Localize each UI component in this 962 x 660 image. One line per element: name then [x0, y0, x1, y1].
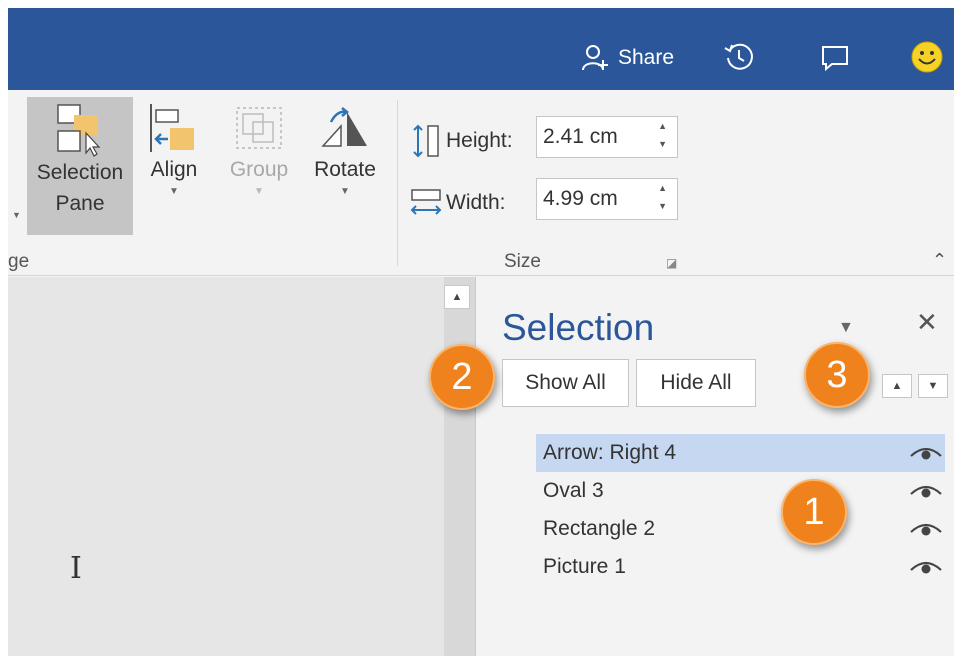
callout-badge-2: 2: [429, 344, 495, 410]
selection-list: Arrow: Right 4 Oval 3 Rectangle 2 Pictur…: [536, 434, 954, 586]
ribbon-separator: [397, 100, 398, 266]
group-caret-icon: ▼: [254, 186, 264, 197]
pane-options-icon[interactable]: ▼: [838, 319, 854, 337]
callout-badge-3: 3: [804, 342, 870, 408]
width-down-icon[interactable]: ▼: [658, 201, 667, 211]
title-bar: Share: [8, 8, 954, 90]
align-caret-icon: ▼: [169, 186, 179, 197]
collapse-ribbon-icon[interactable]: ⌃: [932, 250, 947, 271]
group-icon: [236, 107, 282, 149]
size-group-label: Size: [504, 251, 541, 272]
width-spinner[interactable]: 4.99 cm ▲ ▼: [536, 178, 678, 220]
width-up-icon[interactable]: ▲: [658, 183, 667, 193]
align-label: Align: [150, 158, 198, 181]
list-item[interactable]: Picture 1: [536, 548, 945, 586]
document-canvas[interactable]: I: [8, 277, 444, 656]
visibility-eye-icon[interactable]: [909, 442, 943, 464]
share-label: Share: [618, 46, 675, 69]
height-row: Height:: [408, 122, 513, 160]
height-spinner[interactable]: 2.41 cm ▲ ▼: [536, 116, 678, 158]
height-label: Height:: [446, 129, 513, 152]
selection-pane-button[interactable]: Selection Pane: [27, 97, 133, 235]
visibility-eye-icon[interactable]: [909, 518, 943, 540]
callout-badge-1: 1: [781, 479, 847, 545]
send-backward-icon[interactable]: ▼: [918, 374, 948, 398]
visibility-eye-icon[interactable]: [909, 480, 943, 502]
rotate-button[interactable]: Rotate ▼: [308, 102, 382, 199]
app-window: Share ▼ Selection Pane Align ▼ Group ▼ R…: [8, 8, 954, 656]
comment-icon[interactable]: [818, 40, 852, 74]
group-label: Group: [229, 158, 289, 181]
size-dialog-launcher-icon[interactable]: ◪: [666, 256, 677, 270]
width-row: Width:: [408, 184, 506, 222]
close-icon[interactable]: ✕: [916, 307, 938, 338]
visibility-eye-icon[interactable]: [909, 556, 943, 578]
align-icon: [150, 104, 194, 152]
show-all-button[interactable]: Show All: [502, 359, 629, 407]
vertical-scrollbar[interactable]: ▲: [444, 277, 476, 656]
rotate-caret-icon: ▼: [340, 186, 350, 197]
list-item-label: Arrow: Right 4: [543, 441, 677, 464]
list-item[interactable]: Rectangle 2: [536, 510, 945, 548]
selection-pane-label: Selection Pane: [36, 161, 124, 215]
list-item-label: Rectangle 2: [543, 517, 656, 540]
shape-height-icon: [413, 124, 439, 158]
list-item[interactable]: Arrow: Right 4: [536, 434, 945, 472]
list-item-label: Picture 1: [543, 555, 626, 578]
height-up-icon[interactable]: ▲: [658, 121, 667, 131]
width-value: 4.99 cm: [543, 187, 618, 210]
height-value: 2.41 cm: [543, 125, 618, 148]
hide-all-label: Hide All: [660, 371, 732, 394]
scroll-up-icon[interactable]: ▲: [444, 285, 470, 309]
history-icon[interactable]: [722, 40, 756, 74]
share-person-icon: [582, 45, 608, 71]
ribbon: ▼ Selection Pane Align ▼ Group ▼ Rotate …: [8, 90, 954, 276]
bring-forward-icon[interactable]: ▲: [882, 374, 912, 398]
list-item[interactable]: Oval 3: [536, 472, 945, 510]
selection-pane-icon: [57, 104, 101, 157]
align-button[interactable]: Align ▼: [142, 102, 206, 199]
selection-pane: Selection ▼ ✕ Show All Hide All ▲ ▼ Arro…: [476, 277, 954, 656]
share-button[interactable]: Share: [580, 42, 674, 74]
arrange-group-label: ge: [8, 251, 30, 272]
text-cursor-icon: I: [70, 551, 82, 586]
group-button[interactable]: Group ▼: [224, 102, 294, 199]
show-all-label: Show All: [525, 371, 606, 394]
height-down-icon[interactable]: ▼: [658, 139, 667, 149]
rotate-label: Rotate: [314, 158, 376, 181]
shape-width-icon: [410, 189, 442, 215]
smiley-icon[interactable]: [910, 40, 944, 74]
list-item-label: Oval 3: [543, 479, 604, 502]
width-label: Width:: [446, 191, 506, 214]
arrange-dropdown-caret[interactable]: ▼: [12, 210, 21, 220]
rotate-icon: [321, 107, 367, 147]
selection-pane-title: Selection: [502, 307, 655, 348]
hide-all-button[interactable]: Hide All: [636, 359, 756, 407]
